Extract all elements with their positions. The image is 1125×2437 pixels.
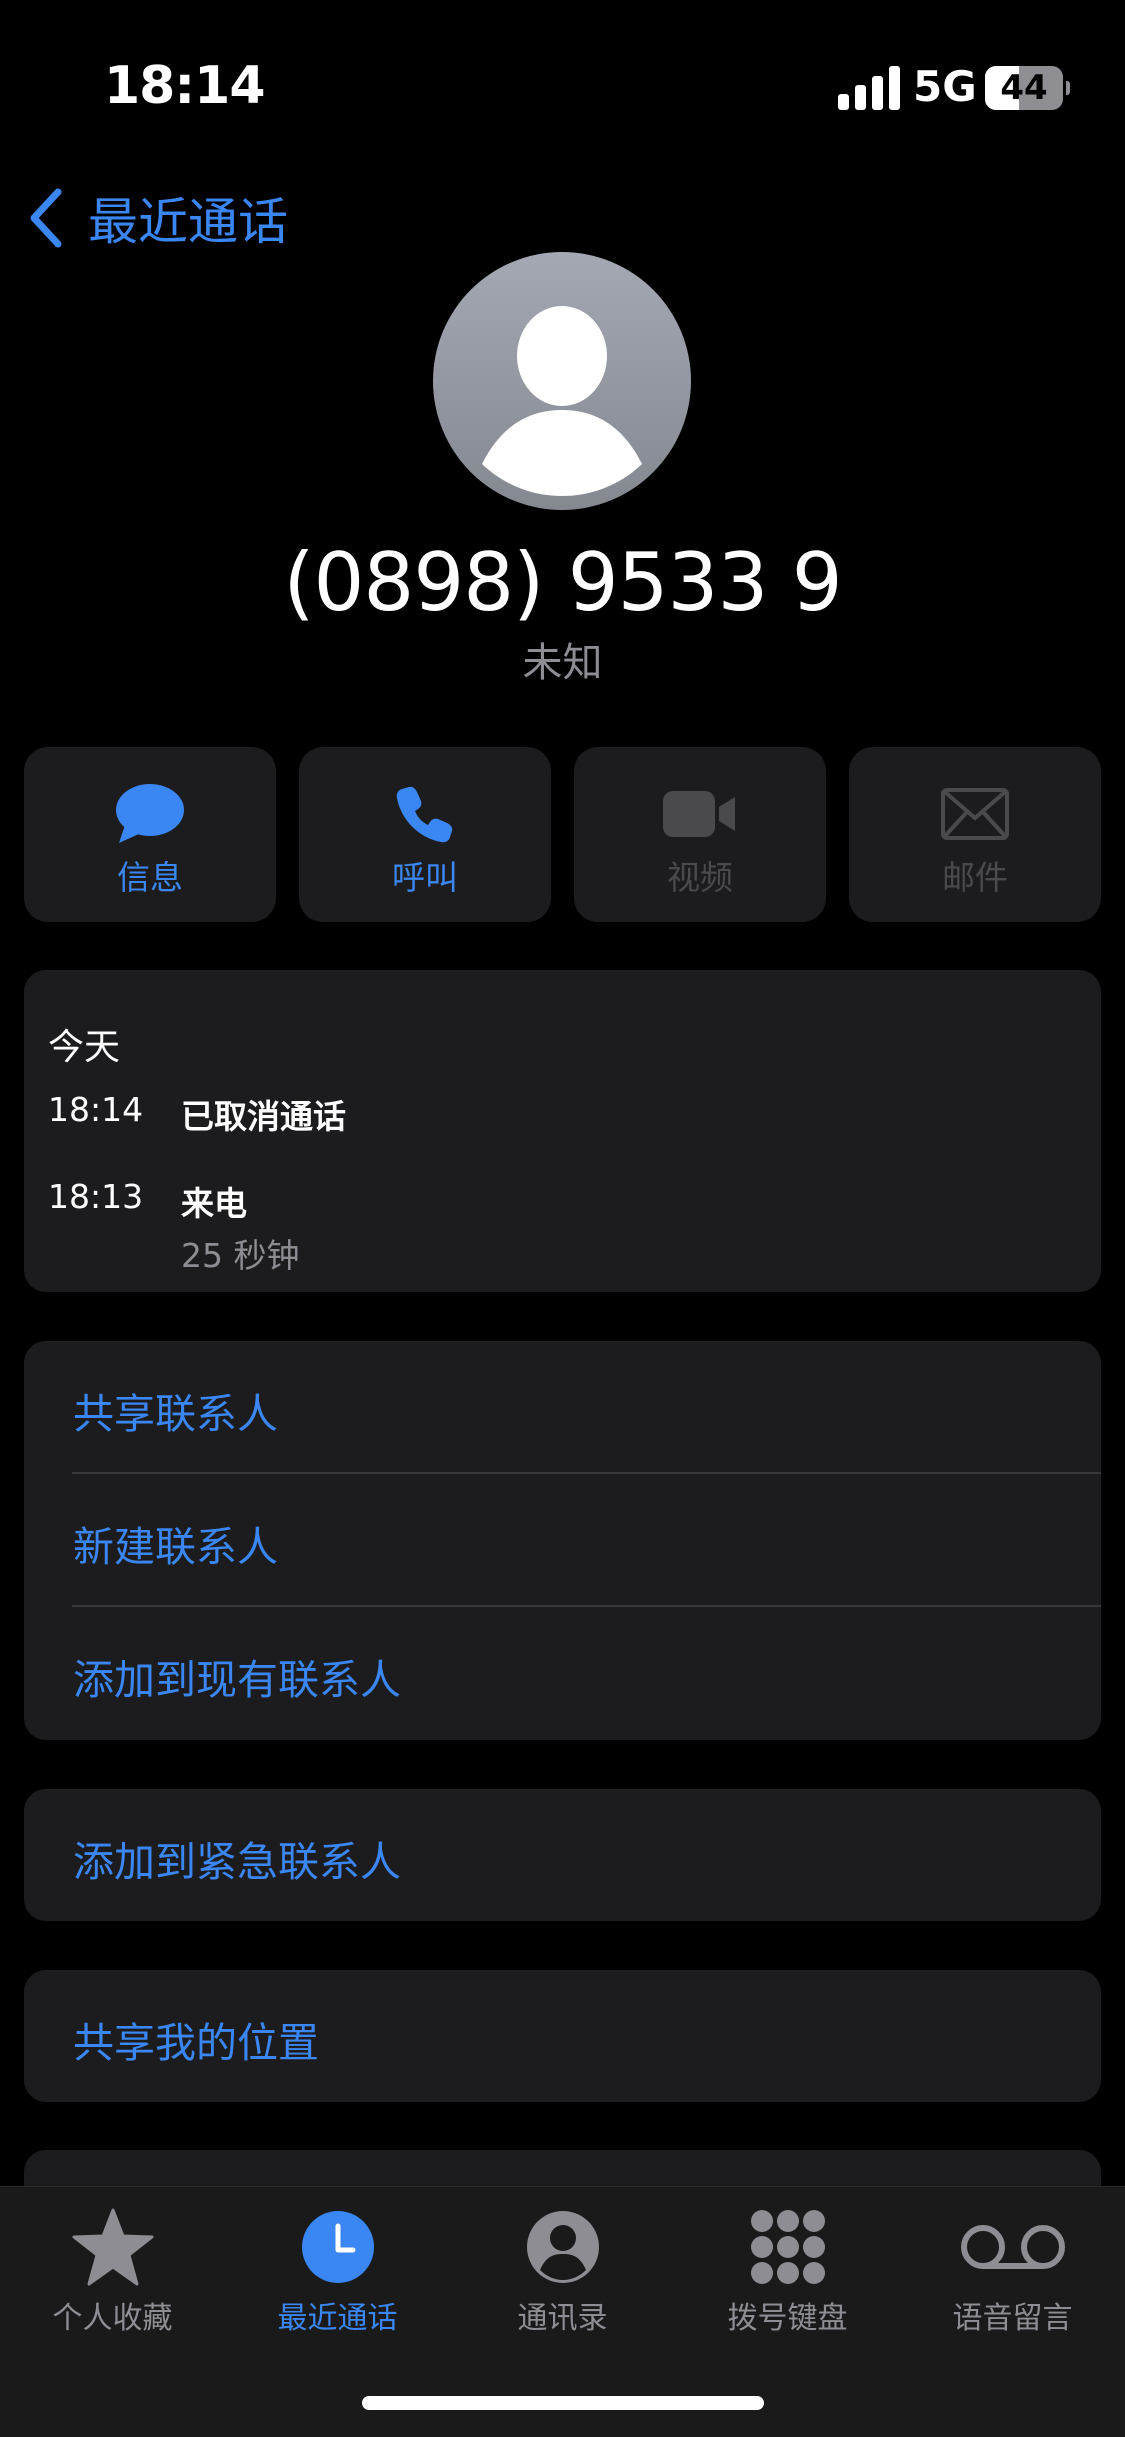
divider: [72, 1605, 1101, 1607]
video-button-label: 视频: [667, 858, 733, 897]
history-day: 今天: [48, 1027, 121, 1068]
tab-keypad[interactable]: 拨号键盘: [675, 2187, 900, 2347]
video-camera-icon: [663, 791, 735, 837]
divider: [72, 1472, 1101, 1474]
person-silhouette-icon: [482, 306, 642, 496]
contact-avatar: [433, 252, 691, 510]
battery-level: 44: [1000, 68, 1048, 108]
star-icon: [72, 2208, 153, 2286]
tab-recents[interactable]: 最近通话: [225, 2187, 450, 2347]
tab-voicemail[interactable]: 语音留言: [900, 2187, 1125, 2347]
envelope-icon: [941, 788, 1009, 840]
mail-button-label: 邮件: [942, 858, 1008, 897]
new-contact-button[interactable]: 新建联系人: [73, 1513, 278, 1573]
video-button[interactable]: 视频: [574, 747, 826, 922]
action-buttons: 信息 呼叫 视频 邮件: [24, 747, 1101, 922]
phone-icon: [396, 786, 453, 843]
battery-icon: 44: [985, 66, 1070, 110]
phone-number: (0898) 9533 9: [283, 536, 842, 629]
status-time: 18:14: [104, 56, 266, 116]
message-button[interactable]: 信息: [24, 747, 276, 922]
voicemail-icon: [960, 2225, 1065, 2269]
call-button[interactable]: 呼叫: [299, 747, 551, 922]
call-type: 来电: [181, 1184, 247, 1223]
back-button[interactable]: 最近通话: [26, 178, 288, 258]
tab-label: 语音留言: [952, 2301, 1073, 2336]
home-indicator[interactable]: [362, 2396, 764, 2410]
chevron-left-icon: [30, 188, 62, 248]
tab-label: 拨号键盘: [727, 2301, 848, 2336]
back-label: 最近通话: [88, 193, 288, 251]
tab-label: 个人收藏: [52, 2301, 173, 2336]
keypad-icon: [750, 2210, 825, 2284]
network-type: 5G: [913, 62, 977, 111]
tab-label: 通讯录: [517, 2301, 608, 2336]
tab-favorites[interactable]: 个人收藏: [0, 2187, 225, 2347]
add-existing-contact-button[interactable]: 添加到现有联系人: [73, 1646, 401, 1706]
share-contact-button[interactable]: 共享联系人: [73, 1380, 278, 1440]
call-type: 已取消通话: [181, 1097, 346, 1136]
status-bar: 18:14 5G 44: [0, 0, 1125, 140]
call-duration: 25 秒钟: [181, 1236, 300, 1275]
call-time: 18:13: [48, 1177, 144, 1216]
clock-icon: [301, 2211, 374, 2283]
share-location-button[interactable]: 共享我的位置: [73, 2009, 319, 2069]
caller-label: 未知: [522, 640, 603, 686]
tab-label: 最近通话: [277, 2301, 398, 2336]
add-emergency-contact-button[interactable]: 添加到紧急联系人: [73, 1828, 401, 1888]
cellular-signal-icon: [838, 66, 900, 110]
message-bubble-icon: [116, 784, 184, 843]
mail-button[interactable]: 邮件: [849, 747, 1101, 922]
call-time: 18:14: [48, 1090, 144, 1129]
message-button-label: 信息: [117, 858, 183, 897]
person-circle-icon: [526, 2211, 599, 2283]
tab-contacts[interactable]: 通讯录: [450, 2187, 675, 2347]
call-button-label: 呼叫: [392, 858, 458, 897]
